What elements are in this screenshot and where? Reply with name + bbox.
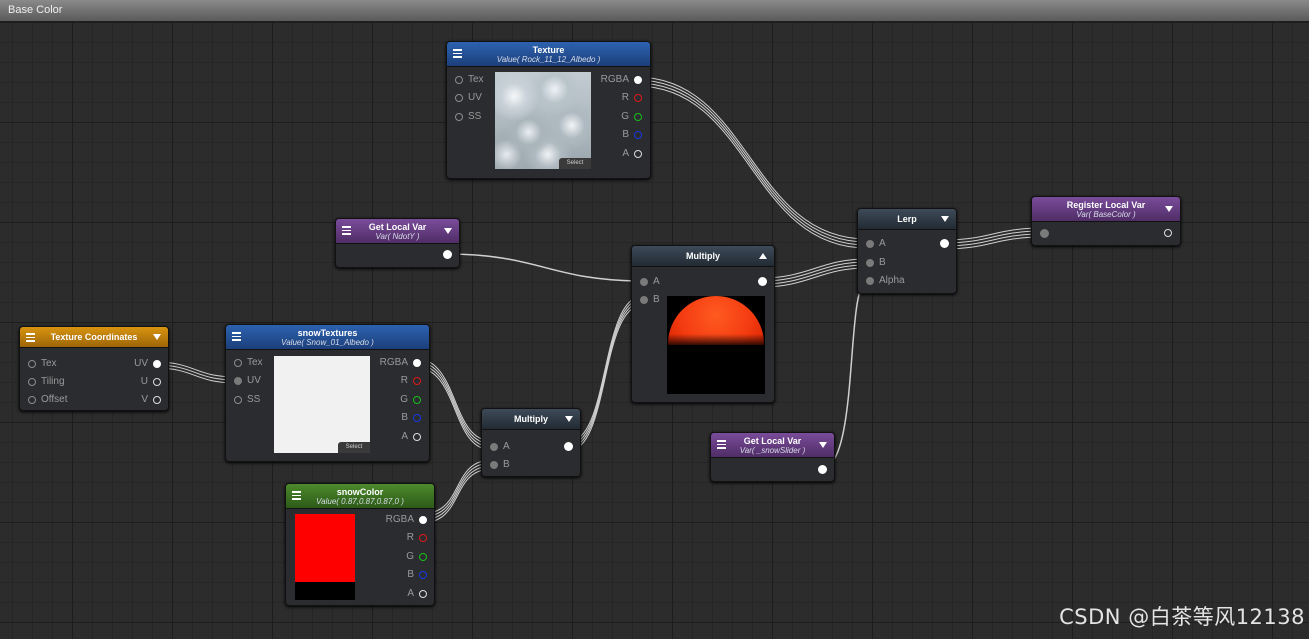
- output-port[interactable]: [443, 250, 452, 259]
- texture-preview: Select: [495, 72, 591, 169]
- dropdown-arrow-icon[interactable]: [565, 416, 573, 422]
- input-port-a[interactable]: A: [490, 440, 510, 454]
- output-port[interactable]: [1164, 229, 1172, 237]
- node-subtitle: Var( NdotY ): [375, 232, 420, 241]
- node-subtitle: Value( 0.87,0.87,0.87,0 ): [316, 497, 404, 506]
- input-port-b[interactable]: B: [640, 293, 660, 307]
- multiply-header[interactable]: Multiply: [632, 246, 774, 267]
- snow-textures-node[interactable]: snowTextures Value( Snow_01_Albedo ) Tex…: [225, 324, 430, 462]
- output-port[interactable]: [940, 239, 949, 248]
- output-port-a[interactable]: A: [622, 147, 642, 161]
- input-port-a[interactable]: A: [866, 237, 886, 251]
- output-port-b[interactable]: B: [622, 128, 642, 142]
- output-port-a[interactable]: A: [407, 587, 427, 601]
- node-title: Texture: [532, 45, 565, 55]
- dropdown-arrow-icon[interactable]: [819, 442, 827, 448]
- snow-color-header[interactable]: snowColor Value( 0.87,0.87,0.87,0 ): [286, 484, 434, 509]
- snow-textures-header[interactable]: snowTextures Value( Snow_01_Albedo ): [226, 325, 429, 350]
- multiply-top-node[interactable]: Multiply A B: [631, 245, 775, 403]
- node-title: snowTextures: [297, 328, 358, 338]
- output-port-g[interactable]: G: [400, 393, 421, 407]
- input-port-uv[interactable]: UV: [234, 374, 261, 388]
- snow-texture-preview: Select: [274, 356, 370, 453]
- input-port-ss[interactable]: SS: [455, 110, 481, 124]
- input-port-tex[interactable]: Tex: [28, 357, 57, 371]
- output-port[interactable]: [758, 277, 767, 286]
- output-port-g[interactable]: G: [621, 110, 642, 124]
- window-title: Base Color: [8, 4, 63, 16]
- texture-node-header[interactable]: Texture Value( Rock_11_12_Albedo ): [447, 42, 650, 67]
- node-subtitle: Var( BaseColor ): [1076, 210, 1136, 219]
- node-title: snowColor: [336, 487, 384, 497]
- lerp-header[interactable]: Lerp: [858, 209, 956, 230]
- color-swatch-preview[interactable]: [295, 514, 355, 600]
- watermark: CSDN @白茶等风12138: [1059, 605, 1305, 629]
- output-port[interactable]: [564, 442, 573, 451]
- get-local-var-ndoty-node[interactable]: Get Local Var Var( NdotY ): [335, 218, 460, 268]
- dropdown-arrow-icon[interactable]: [1165, 206, 1173, 212]
- node-title: Get Local Var: [368, 222, 427, 232]
- output-port-r[interactable]: R: [401, 374, 422, 388]
- texture-node[interactable]: Texture Value( Rock_11_12_Albedo ) Tex U…: [446, 41, 651, 179]
- node-subtitle: Value( Rock_11_12_Albedo ): [496, 55, 601, 64]
- output-port-v[interactable]: V: [141, 393, 161, 407]
- output-port[interactable]: [818, 465, 827, 474]
- preview-shading: [667, 334, 765, 348]
- output-port-b[interactable]: B: [407, 568, 427, 582]
- window-titlebar: Base Color: [0, 0, 1309, 22]
- input-port-uv[interactable]: UV: [455, 91, 482, 105]
- dropdown-arrow-icon[interactable]: [153, 334, 161, 340]
- output-port-r[interactable]: R: [622, 91, 643, 105]
- multiply-preview: [667, 296, 765, 394]
- output-port-uv[interactable]: UV: [134, 357, 161, 371]
- input-port-alpha[interactable]: Alpha: [866, 274, 905, 288]
- output-port-rgba[interactable]: RGBA: [601, 73, 643, 87]
- node-title: Texture Coordinates: [50, 332, 138, 342]
- dropdown-arrow-icon[interactable]: [941, 216, 949, 222]
- select-button[interactable]: Select: [338, 442, 370, 453]
- input-port-b[interactable]: B: [490, 458, 510, 472]
- snow-color-node[interactable]: snowColor Value( 0.87,0.87,0.87,0 ) RGBA…: [285, 483, 435, 606]
- output-port-a[interactable]: A: [401, 430, 421, 444]
- node-title: Multiply: [686, 251, 720, 261]
- node-title: Register Local Var: [1066, 200, 1146, 210]
- output-port-b[interactable]: B: [401, 411, 421, 425]
- input-port-a[interactable]: A: [640, 275, 660, 289]
- collapse-arrow-icon[interactable]: [759, 253, 767, 259]
- input-port-tex[interactable]: Tex: [455, 73, 484, 87]
- input-port-tex[interactable]: Tex: [234, 356, 263, 370]
- output-port-r[interactable]: R: [407, 531, 428, 545]
- multiply-header[interactable]: Multiply: [482, 409, 580, 430]
- multiply-bottom-node[interactable]: Multiply A B: [481, 408, 581, 477]
- register-local-var-node[interactable]: Register Local Var Var( BaseColor ): [1031, 196, 1181, 246]
- node-subtitle: Value( Snow_01_Albedo ): [281, 338, 374, 347]
- output-port-u[interactable]: U: [141, 375, 162, 389]
- select-button[interactable]: Select: [559, 158, 591, 169]
- texture-coordinates-node[interactable]: Texture Coordinates Tex Tiling Offset UV…: [19, 326, 169, 411]
- input-port[interactable]: [1040, 229, 1049, 238]
- dropdown-arrow-icon[interactable]: [444, 228, 452, 234]
- input-port-offset[interactable]: Offset: [28, 393, 68, 407]
- input-port-ss[interactable]: SS: [234, 393, 260, 407]
- lerp-node[interactable]: Lerp A B Alpha: [857, 208, 957, 294]
- output-port-g[interactable]: G: [406, 550, 427, 564]
- texture-coordinates-header[interactable]: Texture Coordinates: [20, 327, 168, 348]
- get-local-var-header[interactable]: Get Local Var Var( _snowSlider ): [711, 433, 834, 458]
- register-local-var-header[interactable]: Register Local Var Var( BaseColor ): [1032, 197, 1180, 222]
- input-port-tiling[interactable]: Tiling: [28, 375, 65, 389]
- node-subtitle: Var( _snowSlider ): [739, 446, 806, 455]
- output-port-rgba[interactable]: RGBA: [380, 356, 422, 370]
- input-port-b[interactable]: B: [866, 256, 886, 270]
- node-title: Get Local Var: [743, 436, 802, 446]
- output-port-rgba[interactable]: RGBA: [386, 513, 428, 527]
- get-local-var-snowslider-node[interactable]: Get Local Var Var( _snowSlider ): [710, 432, 835, 482]
- get-local-var-header[interactable]: Get Local Var Var( NdotY ): [336, 219, 459, 244]
